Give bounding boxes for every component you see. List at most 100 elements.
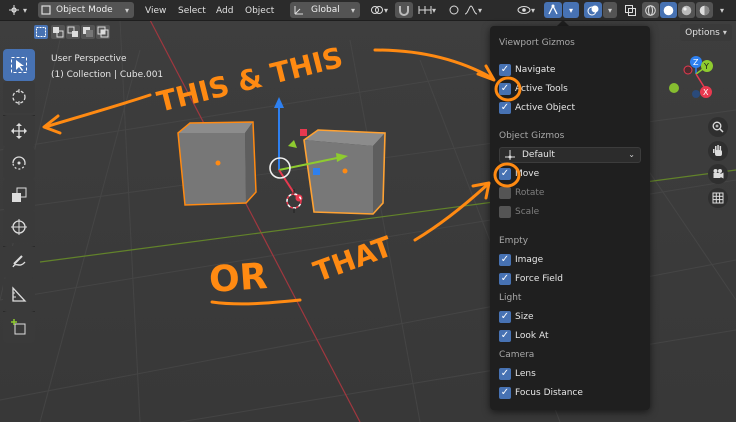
transform-icon [11,219,27,235]
menu-object[interactable]: Object [245,3,274,19]
zoom-button[interactable] [708,117,728,137]
axis-z-label: Z [693,58,699,67]
chevron-down-icon: ▾ [383,5,388,15]
falloff-curve-icon [464,5,478,15]
chevron-down-icon: ▾ [719,5,724,15]
viewport-gizmos-header: Viewport Gizmos [499,38,575,48]
check-icon: ✓ [500,273,510,284]
tool-move[interactable] [3,115,35,147]
checkbox[interactable]: ✓ [499,168,511,180]
ortho-toggle-button[interactable] [708,188,728,208]
force-field-checkbox[interactable]: ✓ Force Field [499,272,563,286]
checkbox[interactable]: ✓ [499,254,511,266]
check-icon: ✓ [500,254,510,265]
checkbox[interactable]: ✓ [499,330,511,342]
pivot-point-button[interactable]: ▾ [366,2,392,18]
size-checkbox[interactable]: ✓ Size [499,310,533,324]
chevron-down-icon: ▾ [722,28,727,37]
tool-annotate[interactable] [3,246,35,278]
select-difference-button[interactable] [81,25,95,39]
checkbox[interactable] [499,206,511,218]
select-subtract-button[interactable] [66,25,80,39]
gizmos-popover: Viewport Gizmos ✓ Navigate ✓ Active Tool… [490,26,650,410]
axes-icon [8,5,19,15]
shading-rendered-button[interactable] [696,2,713,18]
checkbox[interactable]: ✓ [499,64,511,76]
default-orientation-icon [505,150,515,160]
snap-target-button[interactable]: ▾ [414,2,440,18]
tool-add-cube[interactable] [3,311,35,343]
lens-checkbox[interactable]: ✓ Lens [499,367,536,381]
pan-button[interactable] [708,141,728,161]
move-checkbox[interactable]: ✓ Move [499,167,539,181]
tool-rotate[interactable] [3,147,35,179]
select-extend-button[interactable] [51,25,65,39]
image-checkbox[interactable]: ✓ Image [499,253,543,267]
overlays-dropdown-button[interactable]: ▾ [603,2,617,18]
shading-wireframe-button[interactable] [642,2,659,18]
mode-select[interactable]: Object Mode ▾ [38,2,134,18]
camera-view-button[interactable] [708,164,728,184]
active-object-checkbox[interactable]: ✓ Active Object [499,101,575,115]
gizmo-toggle[interactable] [544,2,562,18]
checkbox[interactable]: ✓ [499,387,511,399]
orientation-select[interactable]: Global ▾ [290,2,360,18]
checkbox[interactable]: ✓ [499,368,511,380]
select-intersect-icon [97,26,109,38]
checkbox[interactable]: ✓ [499,273,511,285]
select-new-button[interactable] [34,25,48,39]
tool-select-box[interactable] [3,49,35,81]
object-gizmo-orientation-select[interactable]: Default ⌄ [499,147,641,163]
menu-select[interactable]: Select [178,3,206,19]
active-tools-checkbox[interactable]: ✓ Active Tools [499,82,568,96]
tool-transform[interactable] [3,211,35,243]
mode-label: Object Mode [56,5,113,15]
object-mode-icon [41,5,51,15]
checkbox[interactable] [499,187,511,199]
visibility-button[interactable]: ▾ [512,2,540,18]
look-at-checkbox[interactable]: ✓ Look At [499,329,548,343]
move-icon [11,123,27,139]
editor-type-button[interactable]: ▾ [4,2,32,18]
menu-view[interactable]: View [145,3,166,19]
shading-material-button[interactable] [678,2,695,18]
scale-checkbox[interactable]: Scale [499,205,539,219]
select-intersect-button[interactable] [96,25,110,39]
tool-cursor[interactable] [3,81,35,113]
proportional-edit-toggle[interactable] [446,2,462,18]
gizmo-dropdown-button[interactable]: ▾ [563,2,579,18]
menu-add[interactable]: Add [216,3,233,19]
options-label: Options [685,27,720,38]
tool-measure[interactable] [3,278,35,310]
navigate-checkbox[interactable]: ✓ Navigate [499,63,555,77]
checkbox[interactable]: ✓ [499,102,511,114]
global-orientation-icon [294,6,303,15]
chevron-down-icon: ▾ [124,5,129,15]
tool-scale[interactable] [3,179,35,211]
hand-icon [713,145,722,156]
material-sphere-icon [681,5,692,15]
xray-toggle[interactable] [622,2,638,18]
chevron-down-icon: ▾ [22,5,27,15]
overlays-toggle[interactable] [584,2,602,18]
navigation-gizmo[interactable]: Z Y X [666,52,726,112]
perspective-label: User Perspective [51,54,127,64]
check-icon: ✓ [500,311,510,322]
shading-dropdown-button[interactable]: ▾ [714,2,730,18]
check-icon: ✓ [500,368,510,379]
object-gizmos-header: Object Gizmos [499,131,565,141]
snap-toggle[interactable] [395,2,413,18]
shading-solid-button[interactable] [660,2,677,18]
options-dropdown[interactable]: Options ▾ [680,24,732,41]
proportional-falloff-button[interactable]: ▾ [462,2,484,18]
check-icon: ✓ [500,64,510,75]
checkbox-label: Size [515,312,534,322]
select-extend-icon [53,27,64,38]
rotate-checkbox[interactable]: Rotate [499,186,544,200]
select-box-icon [36,27,46,37]
focus-distance-checkbox[interactable]: ✓ Focus Distance [499,386,583,400]
checkbox-label: Scale [515,207,540,217]
magnet-icon [399,6,409,16]
checkbox[interactable]: ✓ [499,311,511,323]
checkbox[interactable]: ✓ [499,83,511,95]
